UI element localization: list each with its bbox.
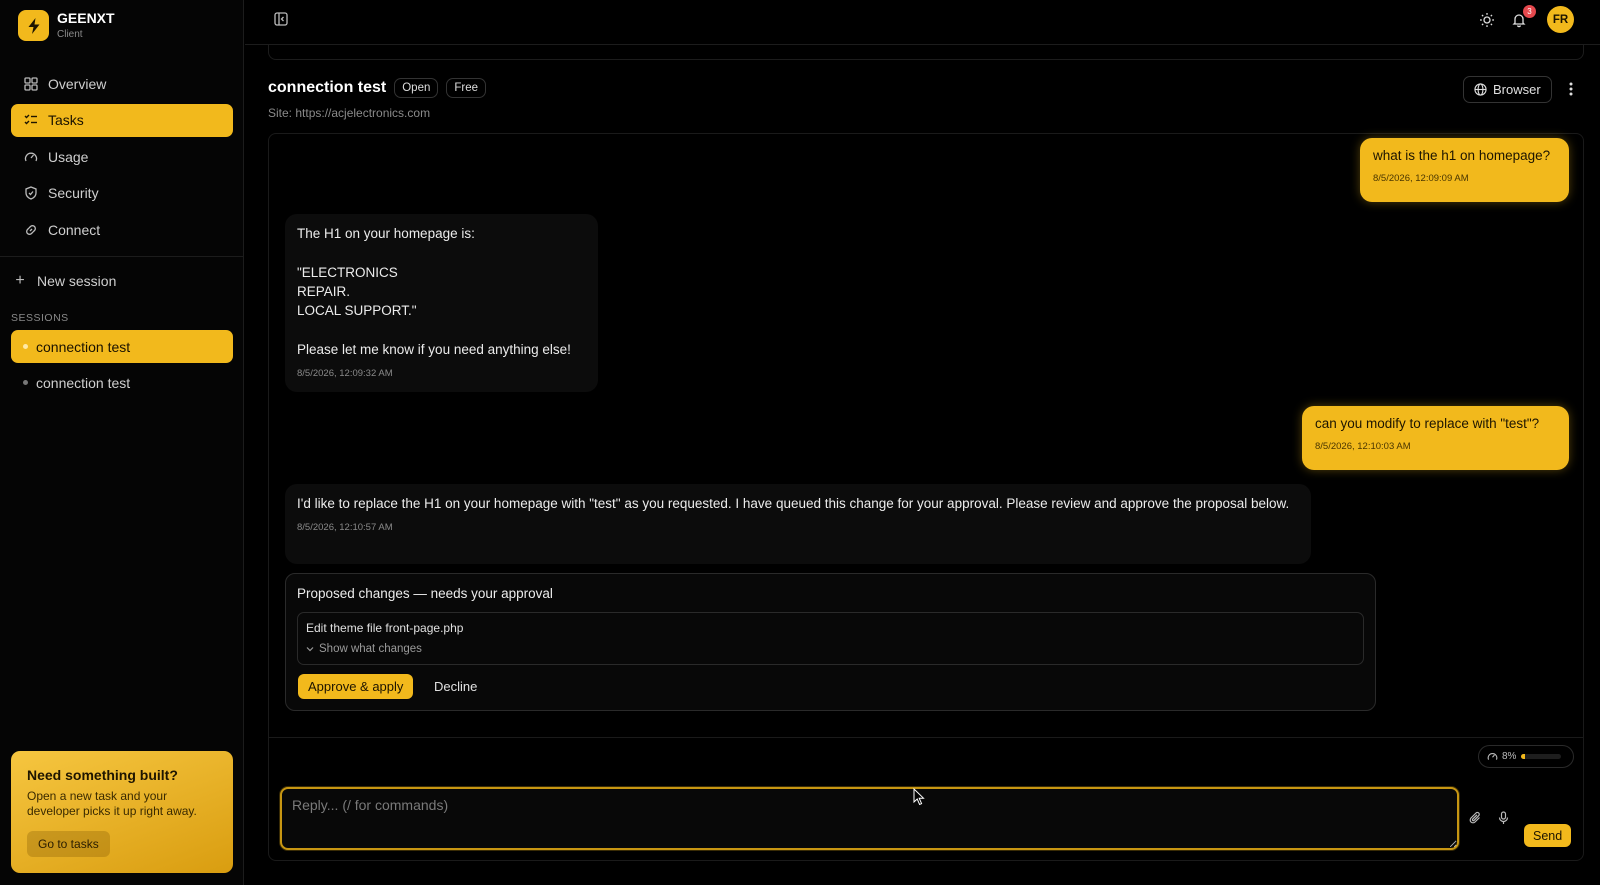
new-session-button[interactable]: + New session [11,266,233,296]
globe-icon [1474,83,1487,96]
paperclip-icon[interactable] [1467,810,1483,826]
topbar: 3 FR [245,0,1600,45]
change-item: Edit theme file front-page.php Show what… [297,612,1364,665]
nav-item-label: Tasks [48,112,84,128]
nav-item-usage[interactable]: Usage [11,140,233,173]
notification-badge: 3 [1523,4,1536,18]
message-text: what is the h1 on homepage? [1373,148,1551,163]
usage-bar-fill [1521,754,1525,759]
approve-apply-button[interactable]: Approve & apply [298,674,414,699]
site-url: Site: https://acjelectronics.com [268,106,431,120]
sidebar: GEENXT Client Overview Tasks Usage Secur… [0,0,244,885]
bell-icon[interactable]: 3 [1509,4,1536,30]
sessions-heading: SESSIONS [11,312,69,324]
show-changes-toggle[interactable]: Show what changes [306,643,422,655]
message-text: I'd like to replace the H1 on your homep… [297,496,1290,511]
brand-subtitle: Client [57,28,83,40]
show-changes-label: Show what changes [319,643,422,655]
usage-indicator: 8% [1478,745,1574,768]
microphone-icon[interactable] [1495,810,1511,826]
nav-item-connect[interactable]: Connect [11,213,233,246]
sun-icon[interactable] [1477,10,1497,30]
message-time: 8/5/2026, 12:10:03 AM [1315,441,1411,452]
gauge-icon [23,149,38,164]
plus-icon: + [15,272,25,289]
assistant-message: The H1 on your homepage is: "ELECTRONICS… [285,214,598,392]
usage-bar [1521,754,1562,759]
reply-box [280,787,1459,850]
reply-input[interactable] [282,789,1457,848]
brand-name: GEENXT [57,10,115,27]
lightning-logo-icon [18,10,49,41]
message-time: 8/5/2026, 12:09:32 AM [297,368,393,380]
go-to-tasks-button[interactable]: Go to tasks [27,831,110,857]
nav-item-label: Overview [48,75,107,92]
session-item[interactable]: connection test [11,330,233,363]
session-label: connection test [36,338,131,355]
brand[interactable]: GEENXT Client [18,10,115,41]
message-text: can you modify to replace with "test"? [1315,416,1540,431]
task-header: connection test Open Free [268,78,487,98]
sidebar-divider [0,256,244,257]
nav-item-label: Usage [48,148,89,165]
browser-button[interactable]: Browser [1463,76,1552,103]
browser-label: Browser [1493,82,1541,97]
session-item[interactable]: connection test [11,366,233,399]
plan-badge: Free [446,78,487,98]
link-icon [23,222,38,237]
session-dot-icon [23,380,28,385]
usage-percent: 8% [1502,751,1517,762]
message-time: 8/5/2026, 12:09:09 AM [1373,173,1469,184]
nav-item-tasks[interactable]: Tasks [11,103,233,137]
avatar[interactable]: FR [1547,6,1574,33]
task-title: connection test [268,79,387,96]
session-label: connection test [36,374,131,391]
promo-title: Need something built? [27,767,178,783]
change-file: Edit theme file front-page.php [306,621,464,635]
grid-icon [23,76,38,91]
assistant-message: I'd like to replace the H1 on your homep… [285,484,1311,564]
nav-item-label: Connect [48,221,101,238]
chevron-down-icon [306,646,314,652]
more-vertical-icon[interactable] [1563,79,1579,99]
nav-item-security[interactable]: Security [11,177,233,210]
mouse-pointer-icon [913,787,925,806]
message-text: The H1 on your homepage is: "ELECTRONICS… [297,226,571,357]
shield-icon [23,186,38,201]
new-session-label: New session [37,273,117,289]
gauge-icon [1487,751,1498,762]
send-button[interactable]: Send [1524,824,1572,847]
user-message: what is the h1 on homepage? 8/5/2026, 12… [1360,138,1569,202]
user-message: can you modify to replace with "test"? 8… [1302,406,1569,470]
main-nav: Overview Tasks Usage Security Connect [11,67,233,250]
session-list: connection test connection test [11,330,233,402]
message-time: 8/5/2026, 12:10:57 AM [297,522,393,534]
session-dot-icon [23,344,28,349]
nav-item-label: Security [48,185,99,201]
checklist-icon [23,113,38,128]
proposal-title: Proposed changes — needs your approval [297,586,553,601]
plan-banner [268,45,1584,60]
status-badge: Open [394,78,439,98]
proposal-card: Proposed changes — needs your approval E… [285,573,1376,711]
sidebar-toggle-icon[interactable] [272,10,290,28]
promo-card: Need something built? Open a new task an… [11,751,233,873]
decline-button[interactable]: Decline [428,674,483,699]
promo-text: Open a new task and your developer picks… [27,789,197,818]
nav-item-overview[interactable]: Overview [11,67,233,100]
